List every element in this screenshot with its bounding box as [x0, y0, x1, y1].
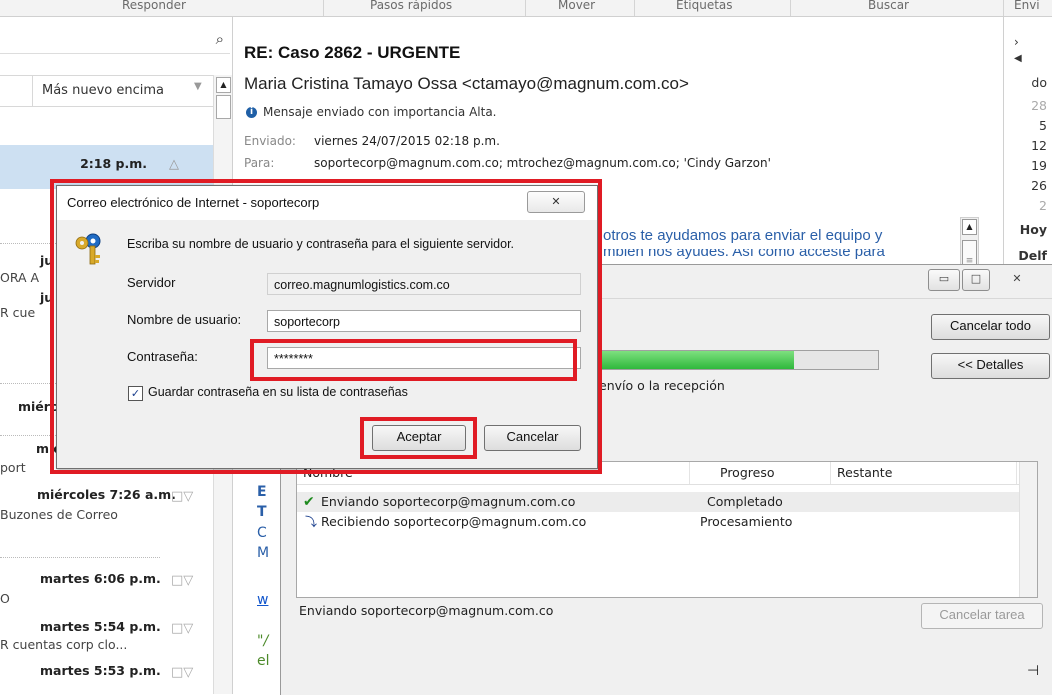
list-item-subject: R cue: [0, 305, 36, 320]
body-fragment: el: [257, 653, 270, 669]
scroll-up-arrow-icon[interactable]: ▲: [216, 77, 231, 93]
ribbon-divider: [634, 0, 635, 16]
list-item[interactable]: miércoles 7:26 a.m. Buzones de Correo □▽: [0, 485, 213, 529]
ribbon-divider: [1003, 0, 1004, 16]
highlight-frame-ok: [360, 417, 477, 459]
ribbon-group-move[interactable]: Mover: [558, 0, 595, 12]
column-header-remaining[interactable]: Restante: [831, 462, 1017, 484]
close-icon[interactable]: ✕: [992, 269, 1042, 289]
list-item-time: 2:18 p.m.: [80, 156, 147, 171]
flag-icon[interactable]: △: [169, 157, 179, 172]
list-item-time: miércoles 7:26 a.m.: [37, 487, 176, 502]
footer-status: Enviando soportecorp@magnum.com.co: [299, 603, 554, 618]
body-text-clip: mbién nos ayudes. Así como acceste para: [603, 249, 963, 261]
overall-progress-fill: [597, 351, 794, 369]
highlight-frame-password: [250, 339, 577, 381]
list-item[interactable]: martes 6:06 p.m. O □▽: [0, 567, 213, 611]
list-item-time: martes 5:54 p.m.: [40, 619, 161, 634]
to-value[interactable]: soportecorp@magnum.com.co; mtrochez@magn…: [314, 156, 771, 170]
sort-label[interactable]: Más nuevo encima: [42, 83, 164, 98]
search-box[interactable]: ⌕: [0, 27, 230, 54]
flag-icon[interactable]: □▽: [171, 665, 193, 680]
importance-note: Mensaje enviado con importancia Alta.: [263, 105, 497, 119]
ribbon-group-tags[interactable]: Etiquetas: [676, 0, 733, 12]
body-fragment: E: [257, 484, 267, 500]
body-fragment: M: [257, 545, 270, 561]
cancel-task-button[interactable]: Cancelar tarea: [921, 603, 1043, 629]
sent-value: viernes 24/07/2015 02:18 p.m.: [314, 134, 500, 148]
body-fragment: "/: [257, 633, 269, 649]
list-item-subject: Buzones de Correo: [0, 507, 118, 522]
ribbon-group-reply[interactable]: Responder: [122, 0, 186, 12]
flag-icon[interactable]: □▽: [171, 573, 193, 588]
chevron-right-icon[interactable]: ›: [1014, 35, 1019, 49]
sort-chevron-down-icon[interactable]: ▼: [194, 81, 202, 92]
calendar-day[interactable]: 28: [1031, 98, 1047, 113]
calendar-day[interactable]: 26: [1031, 178, 1047, 193]
status-text: envío o la recepción: [599, 378, 725, 393]
sort-bar[interactable]: Más nuevo encima ▼: [0, 75, 213, 107]
list-item-subject: O: [0, 591, 10, 606]
calendar-today-label: Hoy: [1019, 222, 1047, 237]
ribbon-divider: [525, 0, 526, 16]
column-divider: [32, 76, 33, 106]
table-row[interactable]: ✔ Enviando soportecorp@magnum.com.co Com…: [297, 492, 1019, 512]
scroll-thumb[interactable]: [216, 95, 231, 119]
scroll-up-arrow-icon[interactable]: ▲: [962, 219, 977, 235]
header-divider: [297, 484, 1037, 485]
details-button[interactable]: << Detalles: [931, 353, 1050, 379]
list-item-subject: R cuentas corp clo...: [0, 637, 128, 652]
column-header-progress[interactable]: Progreso: [690, 462, 831, 484]
body-fragment: T: [257, 504, 267, 520]
overall-progress-bar: [596, 350, 879, 370]
calendar-day[interactable]: 2: [1039, 198, 1047, 213]
task-name: Recibiendo soportecorp@magnum.com.co: [321, 514, 587, 529]
message-subject: RE: Caso 2862 - URGENTE: [244, 43, 461, 62]
cancel-all-button[interactable]: Cancelar todo: [931, 314, 1050, 340]
table-row[interactable]: ⤵ Recibiendo soportecorp@magnum.com.co P…: [297, 512, 1019, 532]
body-text-line: otros te ayudamos para enviar el equipo …: [603, 227, 883, 244]
message-sender[interactable]: Maria Cristina Tamayo Ossa <ctamayo@magn…: [244, 74, 689, 94]
ribbon-group-send[interactable]: Envi: [1014, 0, 1040, 12]
task-list: Nombre Progreso Restante ✔ Enviando sopo…: [296, 461, 1038, 598]
flag-icon[interactable]: □▽: [171, 621, 193, 636]
flag-icon[interactable]: □▽: [171, 489, 193, 504]
list-item[interactable]: martes 5:53 p.m. □▽: [0, 659, 213, 693]
calendar-day[interactable]: 19: [1031, 158, 1047, 173]
info-icon: i: [246, 107, 257, 118]
body-text-line: mbién nos ayudes. Así como acceste para: [603, 249, 885, 260]
calendar-day[interactable]: 12: [1031, 138, 1047, 153]
body-link-fragment[interactable]: w: [257, 592, 268, 608]
task-progress: Completado: [707, 494, 783, 509]
to-label: Para:: [244, 156, 275, 170]
task-name: Enviando soportecorp@magnum.com.co: [321, 494, 576, 509]
list-divider: [0, 557, 160, 558]
checkmark-icon: ✔: [303, 494, 315, 510]
calendar-next-label: Delf: [1018, 248, 1047, 263]
calendar-day[interactable]: 5: [1039, 118, 1047, 133]
ribbon-group-search[interactable]: Buscar: [868, 0, 909, 12]
minimize-button[interactable]: ▭: [928, 269, 960, 291]
search-icon[interactable]: ⌕: [216, 30, 224, 48]
list-item-time: martes 5:53 p.m.: [40, 663, 161, 678]
task-list-scrollbar[interactable]: [1019, 462, 1037, 597]
pin-icon[interactable]: ⊣: [1027, 663, 1039, 679]
ribbon-divider: [790, 0, 791, 16]
list-item-subject: port: [0, 460, 26, 475]
maximize-button[interactable]: □: [962, 269, 990, 291]
task-progress: Procesamiento: [700, 514, 793, 529]
highlight-frame-dialog: [50, 179, 602, 474]
chevron-left-icon[interactable]: ◀: [1014, 53, 1022, 64]
ribbon-group-quick-steps[interactable]: Pasos rápidos: [370, 0, 452, 12]
receiving-arrow-icon: ⤵: [305, 515, 318, 529]
list-item-subject: ORA A: [0, 270, 40, 285]
calendar-day-header: do: [1031, 75, 1047, 90]
ribbon: Responder Pasos rápidos Mover Etiquetas …: [0, 0, 1052, 17]
body-fragment: C: [257, 525, 267, 541]
ribbon-divider: [323, 0, 324, 16]
sent-label: Enviado:: [244, 134, 296, 148]
list-item[interactable]: martes 5:54 p.m. R cuentas corp clo... □…: [0, 615, 213, 659]
list-item-time: martes 6:06 p.m.: [40, 571, 161, 586]
